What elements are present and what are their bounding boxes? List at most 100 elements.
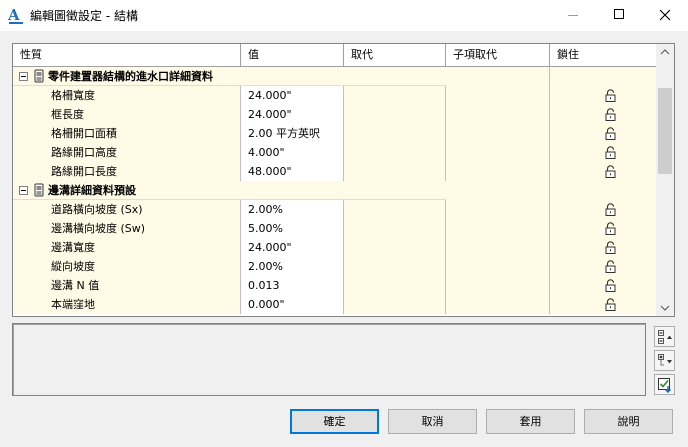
expand-all-button[interactable]: [654, 350, 675, 371]
lock-cell[interactable]: [550, 200, 656, 219]
child-override-cell: [446, 181, 550, 200]
property-row[interactable]: 格柵寬度 24.000": [13, 86, 656, 105]
minimize-button[interactable]: [550, 0, 596, 31]
child-override-cell[interactable]: [446, 295, 550, 314]
lock-cell[interactable]: [550, 105, 656, 124]
lock-cell[interactable]: [550, 257, 656, 276]
property-value[interactable]: 24.000": [241, 105, 344, 124]
property-row[interactable]: 框長度 24.000": [13, 105, 656, 124]
expand-all-icon: [658, 354, 672, 366]
category-cell[interactable]: 邊溝詳細資料預設: [13, 181, 344, 200]
close-button[interactable]: [642, 0, 688, 31]
lock-cell[interactable]: [550, 124, 656, 143]
property-row[interactable]: 邊溝寬度 24.000": [13, 238, 656, 257]
override-cell[interactable]: [344, 295, 446, 314]
lock-cell[interactable]: [550, 295, 656, 314]
property-row[interactable]: 道路橫向坡度 (Sx) 2.00%: [13, 200, 656, 219]
override-cell[interactable]: [344, 105, 446, 124]
column-header-lock[interactable]: 鎖住: [550, 44, 656, 66]
property-row[interactable]: 邊溝 N 值 0.013: [13, 276, 656, 295]
child-override-cell[interactable]: [446, 162, 550, 181]
lock-icon: [605, 298, 616, 311]
column-header-value[interactable]: 值: [241, 44, 344, 66]
property-name: 縱向坡度: [13, 257, 241, 276]
lock-cell[interactable]: [550, 238, 656, 257]
category-cell[interactable]: 零件建置器結構的進水口詳細資料: [13, 67, 344, 86]
lock-icon: [605, 127, 616, 140]
ok-button[interactable]: 確定: [290, 409, 379, 434]
child-override-cell[interactable]: [446, 143, 550, 162]
property-name: 路緣開口高度: [13, 143, 241, 162]
child-override-cell[interactable]: [446, 200, 550, 219]
close-icon: [659, 9, 671, 21]
scroll-up-button[interactable]: [656, 44, 674, 61]
apply-button[interactable]: 套用: [486, 409, 575, 434]
lock-icon: [605, 108, 616, 121]
property-row[interactable]: 邊溝橫向坡度 (Sw) 5.00%: [13, 219, 656, 238]
property-value[interactable]: 2.00%: [241, 257, 344, 276]
column-header-child-override[interactable]: 子項取代: [446, 44, 550, 66]
child-override-cell[interactable]: [446, 276, 550, 295]
child-override-cell[interactable]: [446, 86, 550, 105]
property-value[interactable]: 5.00%: [241, 219, 344, 238]
property-value[interactable]: 4.000": [241, 143, 344, 162]
lock-cell[interactable]: [550, 162, 656, 181]
column-header-override[interactable]: 取代: [344, 44, 446, 66]
column-header-property[interactable]: 性質: [13, 44, 241, 66]
property-row[interactable]: 縱向坡度 2.00%: [13, 257, 656, 276]
category-row[interactable]: 零件建置器結構的進水口詳細資料: [13, 67, 656, 86]
override-cell[interactable]: [344, 219, 446, 238]
help-button[interactable]: 說明: [584, 409, 673, 434]
override-cell[interactable]: [344, 276, 446, 295]
lock-cell[interactable]: [550, 143, 656, 162]
property-value[interactable]: 48.000": [241, 162, 344, 181]
property-value[interactable]: 24.000": [241, 86, 344, 105]
lock-cell: [550, 181, 656, 200]
child-override-cell: [446, 67, 550, 86]
lock-cell[interactable]: [550, 276, 656, 295]
property-row[interactable]: 本端窪地 0.000": [13, 295, 656, 314]
scroll-down-button[interactable]: [656, 299, 674, 316]
lock-cell[interactable]: [550, 219, 656, 238]
property-value[interactable]: 24.000": [241, 238, 344, 257]
override-cell[interactable]: [344, 143, 446, 162]
override-cell[interactable]: [344, 124, 446, 143]
collapse-toggle-icon[interactable]: [19, 71, 28, 81]
maximize-button[interactable]: [596, 0, 642, 31]
cancel-button[interactable]: 取消: [388, 409, 477, 434]
property-value[interactable]: 2.00%: [241, 200, 344, 219]
lock-cell[interactable]: [550, 86, 656, 105]
property-value[interactable]: 0.013: [241, 276, 344, 295]
property-value[interactable]: 2.00 平方英呎: [241, 124, 344, 143]
override-cell[interactable]: [344, 200, 446, 219]
vertical-scrollbar[interactable]: [656, 44, 674, 316]
window-title: 編輯圖徵設定 - 結構: [30, 9, 138, 23]
maximize-icon: [614, 9, 624, 19]
override-cell[interactable]: [344, 238, 446, 257]
property-name: 邊溝寬度: [13, 238, 241, 257]
child-override-cell[interactable]: [446, 238, 550, 257]
child-override-cell[interactable]: [446, 257, 550, 276]
lock-icon: [605, 203, 616, 216]
property-row[interactable]: 路緣開口長度 48.000": [13, 162, 656, 181]
collapse-toggle-icon[interactable]: [19, 185, 28, 195]
property-row[interactable]: 路緣開口高度 4.000": [13, 143, 656, 162]
override-cell[interactable]: [344, 86, 446, 105]
scroll-thumb[interactable]: [658, 88, 672, 174]
property-row[interactable]: 格柵開口面積 2.00 平方英呎: [13, 124, 656, 143]
child-override-cell[interactable]: [446, 105, 550, 124]
collapse-all-icon: [658, 330, 672, 344]
property-name: 格柵開口面積: [13, 124, 241, 143]
lock-icon: [605, 89, 616, 102]
collapse-all-button[interactable]: [654, 326, 675, 347]
property-value[interactable]: 0.000": [241, 295, 344, 314]
category-row[interactable]: 邊溝詳細資料預設: [13, 181, 656, 200]
check-apply-button[interactable]: [654, 374, 675, 395]
override-cell[interactable]: [344, 162, 446, 181]
description-pane: [12, 323, 646, 396]
child-override-cell[interactable]: [446, 124, 550, 143]
property-grid[interactable]: 性質 值 取代 子項取代 鎖住 零件建置器結構的進水口詳細資料 格柵寬度 24.00…: [12, 43, 675, 317]
child-override-cell[interactable]: [446, 219, 550, 238]
category-icon: [34, 69, 44, 82]
override-cell[interactable]: [344, 257, 446, 276]
